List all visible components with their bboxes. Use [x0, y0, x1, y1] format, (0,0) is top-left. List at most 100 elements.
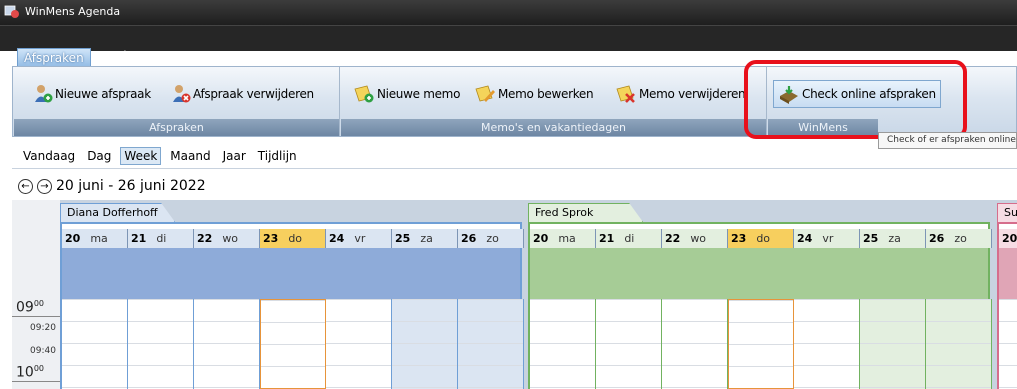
day-name: za [420, 232, 433, 245]
day-header[interactable]: 22 wo [194, 229, 260, 248]
day-number: 20 [1002, 232, 1017, 245]
day-number: 22 [665, 232, 681, 245]
menu-bar [0, 25, 1017, 51]
calendar-grid[interactable]: 0900 09:20 09:40 1000 Diana Dofferhoff 20 ma 2… [12, 200, 1017, 389]
person-tab[interactable]: Diana Dofferhoff [60, 203, 175, 222]
day-name: ma [558, 232, 576, 245]
day-name: do [756, 232, 771, 245]
previous-week-icon[interactable]: ← [18, 178, 33, 194]
day-header[interactable]: 24 vr [326, 229, 392, 248]
day-header[interactable]: 25 za [860, 229, 926, 248]
day-column[interactable] [662, 299, 728, 389]
delete-appointment-label: Afspraak verwijderen [193, 87, 314, 101]
day-name: zo [954, 232, 967, 245]
day-column[interactable] [458, 299, 524, 389]
day-column[interactable] [326, 299, 392, 389]
day-number: 23 [731, 232, 747, 245]
day-header[interactable]: 23 do [260, 229, 326, 248]
all-day-area[interactable] [62, 248, 520, 299]
time-label: 0900 [16, 299, 45, 316]
view-month[interactable]: Maand [167, 148, 213, 164]
day-header[interactable]: 26 zo [926, 229, 992, 248]
time-label: 09:40 [30, 346, 56, 356]
day-name: di [156, 232, 167, 245]
day-header[interactable]: 26 zo [458, 229, 524, 248]
person-delete-icon [173, 85, 191, 103]
day-number: 26 [461, 232, 477, 245]
day-number: 20 [65, 232, 81, 245]
day-number: 22 [197, 232, 213, 245]
day-header[interactable]: 20 ma [530, 229, 596, 248]
day-header[interactable]: 25 za [392, 229, 458, 248]
day-name: vr [354, 232, 366, 245]
day-column[interactable] [260, 299, 326, 389]
day-column[interactable] [794, 299, 860, 389]
person-add-icon [35, 85, 53, 103]
ribbon-group-label: Memo's en vakantiedagen [341, 119, 766, 136]
delete-memo-label: Memo verwijderen [639, 87, 746, 101]
next-week-icon[interactable]: → [37, 178, 52, 194]
date-range: 20 juni - 26 juni 2022 [56, 178, 206, 194]
highlight-annotation [744, 60, 967, 139]
day-column[interactable] [926, 299, 992, 389]
memo-edit-icon [475, 85, 495, 102]
person-tab[interactable]: Sus [997, 203, 1017, 222]
day-header[interactable]: 21 di [596, 229, 662, 248]
day-name: zo [486, 232, 499, 245]
day-column[interactable] [62, 299, 128, 389]
memo-add-icon [354, 85, 374, 103]
edit-memo-button[interactable]: Memo bewerken [474, 82, 594, 106]
day-number: 25 [863, 232, 879, 245]
date-navigation: ← → 20 juni - 26 juni 2022 [12, 172, 1017, 200]
day-column[interactable] [596, 299, 662, 389]
time-label: 1000 [16, 364, 45, 381]
edit-memo-label: Memo bewerken [498, 87, 594, 101]
tab-acties[interactable]: Acties [104, 49, 140, 63]
ribbon-group-label: Afspraken [14, 119, 339, 136]
day-number: 26 [929, 232, 945, 245]
day-name: do [288, 232, 303, 245]
day-header[interactable]: 21 di [128, 229, 194, 248]
memo-delete-icon [616, 85, 635, 103]
day-number: 25 [395, 232, 411, 245]
day-name: ma [90, 232, 108, 245]
person-tab[interactable]: Fred Sprok [528, 203, 643, 222]
new-appointment-button[interactable]: Nieuwe afspraak [33, 82, 151, 106]
all-day-area[interactable] [999, 248, 1017, 299]
day-number: 21 [599, 232, 615, 245]
time-column: 0900 09:20 09:40 1000 [12, 200, 60, 389]
day-header[interactable]: 22 wo [662, 229, 728, 248]
title-bar: WinMens Agenda [0, 0, 1017, 25]
day-column[interactable] [860, 299, 926, 389]
new-memo-label: Nieuwe memo [377, 87, 461, 101]
day-column[interactable] [728, 299, 794, 389]
delete-appointment-button[interactable]: Afspraak verwijderen [171, 82, 314, 106]
window-title: WinMens Agenda [25, 5, 121, 18]
day-header[interactable]: 24 vr [794, 229, 860, 248]
day-column[interactable] [999, 299, 1017, 389]
day-header[interactable]: 23 do [728, 229, 794, 248]
day-number: 24 [329, 232, 345, 245]
day-number: 23 [263, 232, 279, 245]
all-day-area[interactable] [530, 248, 988, 299]
day-header[interactable]: 20ma [999, 229, 1017, 248]
new-memo-button[interactable]: Nieuwe memo [353, 82, 460, 106]
day-column[interactable] [392, 299, 458, 389]
tab-afspraken[interactable]: Afspraken [17, 48, 91, 68]
day-number: 20 [533, 232, 549, 245]
app-icon [4, 5, 19, 18]
view-today[interactable]: Vandaag [20, 148, 78, 164]
delete-memo-button[interactable]: Memo verwijderen [615, 82, 746, 106]
view-week[interactable]: Week [120, 146, 162, 165]
day-column[interactable] [128, 299, 194, 389]
day-number: 24 [797, 232, 813, 245]
day-column[interactable] [530, 299, 596, 389]
view-timeline[interactable]: Tijdlijn [255, 148, 300, 164]
time-label: 09:20 [30, 323, 56, 333]
view-year[interactable]: Jaar [220, 148, 249, 164]
day-header[interactable]: 20 ma [62, 229, 128, 248]
view-day[interactable]: Dag [84, 148, 114, 164]
day-column[interactable] [194, 299, 260, 389]
day-name: vr [822, 232, 834, 245]
day-name: za [888, 232, 901, 245]
